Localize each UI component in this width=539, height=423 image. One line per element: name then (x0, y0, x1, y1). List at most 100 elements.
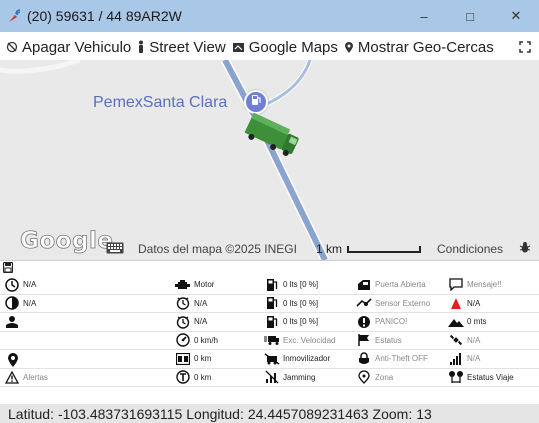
flag-icon (355, 332, 372, 349)
bug-report-icon[interactable] (519, 241, 531, 259)
info-cell: 0 km/h (170, 332, 260, 350)
signal-icon (447, 350, 464, 367)
street-view-label: Street View (149, 38, 226, 56)
gas-station-marker[interactable] (244, 90, 268, 114)
status-bar: Latitud: -103.483731693115 Longitud: 24.… (0, 404, 539, 423)
save-icon[interactable] (2, 260, 14, 278)
map-icon (232, 41, 245, 54)
cell-text: N/A (467, 354, 481, 364)
cell-text: Sensor Externo (375, 298, 431, 308)
alert-icon (355, 313, 372, 330)
info-cell: Mensaje!! (444, 276, 539, 294)
truck-icon (240, 112, 302, 162)
info-cell: Motor (170, 276, 260, 294)
cell-text: N/A (23, 280, 37, 290)
cell-text: 0 lts [0 %] (283, 298, 319, 308)
cell-text: Exc. Velocidad (283, 335, 336, 345)
google-maps-label: Google Maps (248, 38, 338, 56)
door-icon (355, 276, 372, 293)
toolbar: Apagar Vehiculo Street View Google Maps … (0, 34, 539, 60)
info-cell (0, 313, 170, 331)
speedometer-icon (174, 332, 191, 349)
zone-icon (355, 369, 372, 386)
google-maps-button[interactable]: Google Maps (232, 39, 338, 56)
location-pin-icon (344, 41, 354, 54)
scale-label[interactable]: 1 km (316, 242, 342, 256)
cell-text: Inmovilizador (283, 354, 331, 364)
info-cell: N/A (170, 313, 260, 331)
fuel-icon (263, 295, 280, 312)
info-cell: Jamming (260, 369, 352, 387)
close-button[interactable]: ✕ (493, 0, 539, 32)
map-attribution: Datos del mapa ©2025 INEGI (138, 242, 297, 256)
fullscreen-icon[interactable] (519, 40, 531, 57)
location-pin-icon (3, 350, 23, 370)
fuel-icon (263, 313, 280, 330)
info-cell: N/A (444, 332, 539, 350)
place-label[interactable]: PemexSanta Clara (93, 94, 227, 112)
apagar-vehiculo-label: Apagar Vehiculo (22, 38, 132, 56)
info-cell (0, 350, 170, 368)
info-cell (0, 332, 170, 350)
info-row: N/A Motor 0 lts [0 %] Puerta Abierta Men… (0, 276, 539, 295)
info-cell: Puerta Abierta (352, 276, 444, 294)
timer-icon (174, 295, 191, 312)
sensor-icon (355, 295, 372, 312)
timer-icon (174, 313, 191, 330)
google-logo: Google (20, 228, 114, 255)
panel-header (0, 260, 539, 276)
info-cell: Exc. Velocidad (260, 332, 352, 350)
info-row: 0 km Inmovilizador Anti-Theft OFF N/A (0, 350, 539, 369)
cell-text: Anti-Theft OFF (375, 354, 428, 364)
warning-red-icon (447, 295, 464, 312)
street-view-button[interactable]: Street View (137, 38, 226, 56)
cell-text: N/A (194, 317, 208, 327)
info-cell: Inmovilizador (260, 350, 352, 368)
window-titlebar: (20) 59631 / 44 89AR2W – □ ✕ (0, 0, 539, 32)
map-view[interactable]: PemexSanta Clara Google Datos del mapa ©… (0, 60, 539, 260)
lock-icon (355, 350, 372, 367)
scale-bar[interactable] (347, 246, 421, 253)
person-icon (137, 40, 145, 54)
vehicle-marker[interactable] (240, 112, 302, 163)
window-title: (20) 59631 / 44 89AR2W (27, 8, 182, 24)
info-cell: 0 km (170, 350, 260, 368)
cell-text: Zona (375, 372, 394, 382)
vehicle-info-grid: N/A Motor 0 lts [0 %] Puerta Abierta Men… (0, 276, 539, 387)
gas-station-icon (250, 93, 262, 111)
info-cell: Alertas (0, 369, 170, 387)
cell-text: N/A (467, 335, 481, 345)
info-cell: N/A (170, 295, 260, 313)
info-row: N/A N/A 0 lts [0 %] Sensor Externo N/A (0, 295, 539, 313)
maximize-button[interactable]: □ (447, 0, 493, 32)
cell-text: N/A (23, 298, 37, 308)
cell-text: N/A (467, 298, 481, 308)
info-cell: N/A (444, 350, 539, 368)
cell-text: 0 km/h (194, 335, 219, 345)
terms-link[interactable]: Condiciones (437, 242, 503, 256)
info-cell: Estatus (352, 332, 444, 350)
minimize-button[interactable]: – (401, 0, 447, 32)
satellite-dish-icon (6, 7, 24, 25)
latitude-label: Latitud: (8, 405, 54, 422)
latitude-value: -103.483731693115 (57, 405, 183, 422)
cell-text: 0 mts (467, 317, 487, 327)
cell-text: N/A (194, 298, 208, 308)
cell-text: 0 km (194, 372, 212, 382)
keyboard-icon[interactable] (106, 241, 124, 259)
speeding-truck-icon (263, 332, 280, 349)
mostrar-geocercas-button[interactable]: Mostrar Geo-Cercas (344, 39, 494, 56)
apagar-vehiculo-button[interactable]: Apagar Vehiculo (6, 39, 131, 56)
zoom-value: 13 (416, 405, 432, 422)
mountain-icon (447, 313, 464, 330)
cell-text: Estatus (375, 335, 402, 345)
half-clock-icon (3, 295, 20, 312)
engine-icon (174, 276, 191, 293)
message-icon (447, 276, 464, 293)
info-cell: N/A (444, 295, 539, 313)
info-cell: Sensor Externo (352, 295, 444, 313)
info-cell: 0 km (170, 369, 260, 387)
info-row: Alertas 0 km Jamming Zona Estatus Viaje (0, 369, 539, 387)
cell-text: Estatus Viaje (467, 372, 514, 382)
mostrar-geocercas-label: Mostrar Geo-Cercas (357, 38, 494, 56)
